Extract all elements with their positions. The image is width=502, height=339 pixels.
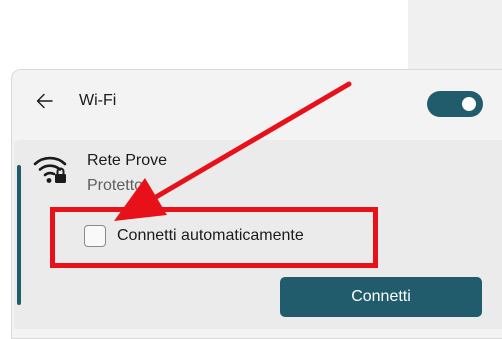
toggle-knob <box>462 97 476 111</box>
wifi-toggle[interactable] <box>427 91 483 117</box>
connect-automatically-option[interactable]: Connetti automaticamente <box>84 223 304 249</box>
selection-indicator <box>17 165 21 305</box>
connect-button[interactable]: Connetti <box>280 277 482 317</box>
arrow-left-icon[interactable] <box>34 90 56 112</box>
network-name: Rete Prove <box>87 152 168 169</box>
connect-automatically-label: Connetti automaticamente <box>117 227 304 244</box>
wifi-locked-icon <box>33 156 67 183</box>
background-window <box>408 0 502 75</box>
network-status: Protetto <box>87 177 144 194</box>
page-title: Wi-Fi <box>79 92 117 109</box>
wifi-header: Wi-Fi <box>24 83 494 121</box>
connect-automatically-checkbox[interactable] <box>84 225 106 247</box>
